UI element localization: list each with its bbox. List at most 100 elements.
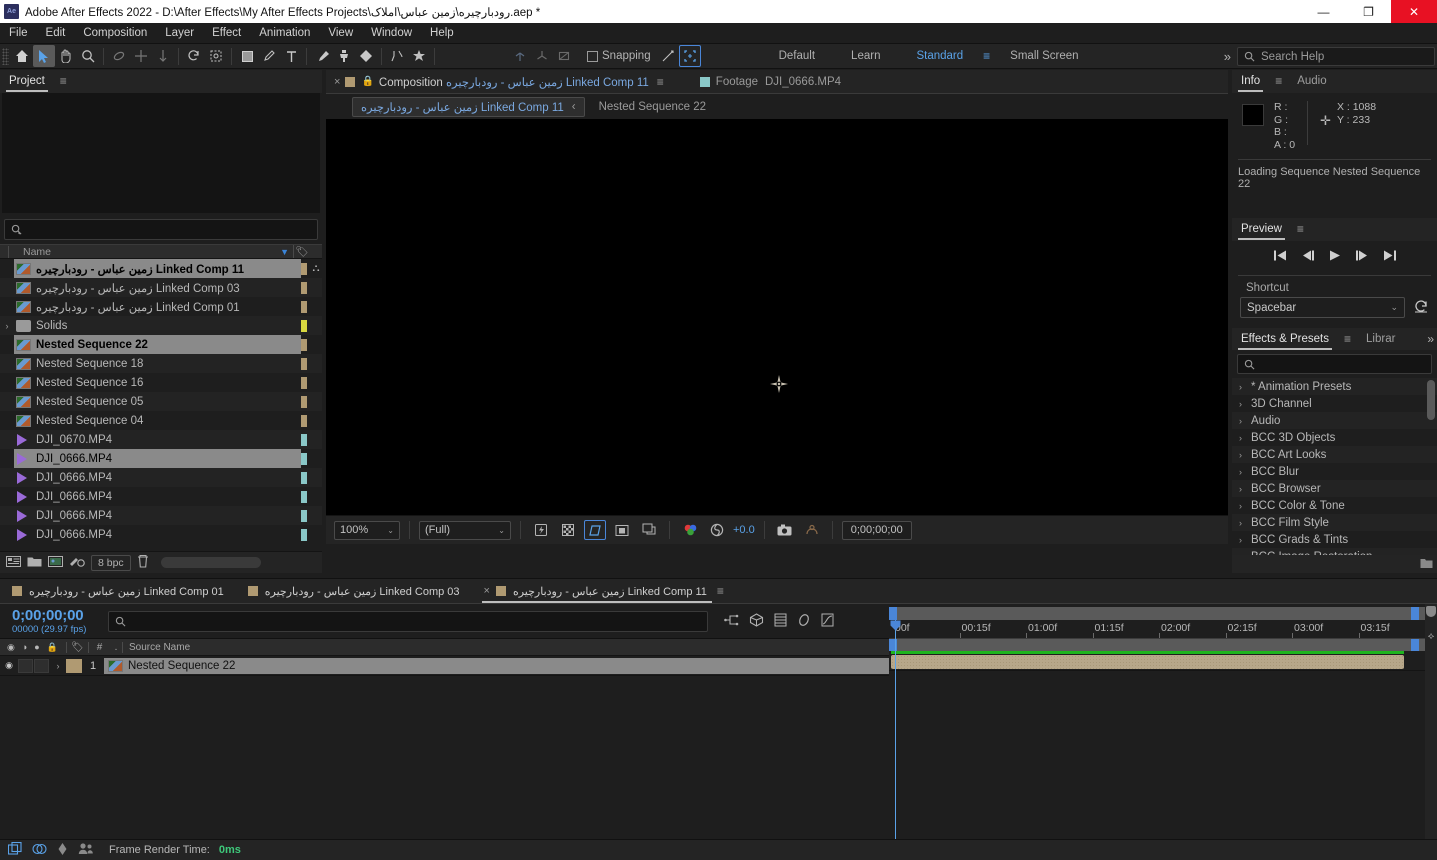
menu-view[interactable]: View xyxy=(319,23,362,44)
delete-icon[interactable] xyxy=(137,554,149,571)
project-item-label-color[interactable] xyxy=(301,338,307,351)
next-frame-icon[interactable] xyxy=(1355,250,1369,264)
project-item[interactable]: Nested Sequence 18 xyxy=(0,354,322,373)
fast-preview-icon[interactable] xyxy=(530,520,552,540)
zoom-level-select[interactable]: 100% ⌄ xyxy=(334,520,400,540)
effects-category-row[interactable]: › 3D Channel xyxy=(1232,395,1437,412)
footage-tab[interactable]: Footage DJI_0666.MP4 xyxy=(699,76,841,88)
new-composition-icon[interactable] xyxy=(48,555,63,571)
project-item[interactable]: DJI_0666.MP4 xyxy=(0,468,322,487)
project-item-name-box[interactable]: Solids xyxy=(14,316,301,335)
tab-effects-presets[interactable]: Effects & Presets xyxy=(1232,328,1338,351)
draft-3d-icon[interactable] xyxy=(749,612,764,630)
project-item-label-color[interactable] xyxy=(301,452,307,465)
composition-mini-flowchart-icon[interactable] xyxy=(724,613,739,630)
menu-layer[interactable]: Layer xyxy=(156,23,203,44)
effects-category-row[interactable]: › BCC 3D Objects xyxy=(1232,429,1437,446)
breadcrumb-chevron-icon[interactable]: ‹ xyxy=(572,101,576,113)
work-area-start-handle[interactable] xyxy=(889,607,897,620)
project-item[interactable]: Nested Sequence 22 xyxy=(0,335,322,354)
breadcrumb-next-label[interactable]: Nested Sequence 22 xyxy=(599,101,706,113)
column-header-name[interactable]: Name xyxy=(8,245,280,258)
disclosure-arrow-icon[interactable]: › xyxy=(1239,433,1251,443)
brush-tool-icon[interactable] xyxy=(311,45,333,67)
pan-camera-tool-icon[interactable] xyxy=(130,45,152,67)
go-to-end-icon[interactable] xyxy=(1383,250,1397,264)
axis-view-icon[interactable] xyxy=(553,45,575,67)
home-icon[interactable] xyxy=(11,45,33,67)
layer-visibility-toggle[interactable]: ◉ xyxy=(0,660,18,671)
workspace-standard[interactable]: Standard xyxy=(898,44,981,69)
axis-world-icon[interactable] xyxy=(531,45,553,67)
project-item[interactable]: DJI_0666.MP4 xyxy=(0,525,322,544)
effects-scrollbar[interactable] xyxy=(1427,380,1435,420)
orbit-tool-icon[interactable] xyxy=(108,45,130,67)
search-help-field[interactable]: Search Help xyxy=(1237,47,1435,66)
menu-composition[interactable]: Composition xyxy=(74,23,156,44)
disclosure-arrow-icon[interactable]: › xyxy=(1239,501,1251,511)
timeline-ruler[interactable]: 00f 00:15f 01:00f 01:15f 02:00f 02:15f 03:00f 0… xyxy=(889,620,1437,639)
pen-tool-icon[interactable] xyxy=(258,45,280,67)
exposure-icon[interactable] xyxy=(706,520,728,540)
rotation-tool-icon[interactable] xyxy=(183,45,205,67)
tab-project[interactable]: Project xyxy=(0,70,54,93)
column-header-number[interactable]: # xyxy=(88,641,110,653)
play-icon[interactable] xyxy=(1329,250,1341,264)
project-item-label-color[interactable] xyxy=(301,490,307,503)
dolly-tool-icon[interactable] xyxy=(152,45,174,67)
axis-local-icon[interactable] xyxy=(509,45,531,67)
timeline-tab-comp-11[interactable]: × زمین عباس - رودبارچیره Linked Comp 11 … xyxy=(472,579,736,604)
menu-window[interactable]: Window xyxy=(362,23,421,44)
snapshot-camera-icon[interactable] xyxy=(774,520,796,540)
project-item[interactable]: زمین عباس - رودبارچیره Linked Comp 01 xyxy=(0,297,322,316)
composition-tab-label[interactable]: Composition زمین عباس - رودبارچیره Linke… xyxy=(379,75,649,89)
collaboration-icon[interactable] xyxy=(78,842,94,858)
project-item-label-color[interactable] xyxy=(301,414,307,427)
project-item[interactable]: Nested Sequence 04 xyxy=(0,411,322,430)
3d-renderer-icon[interactable] xyxy=(638,520,660,540)
region-of-interest-icon[interactable] xyxy=(584,520,606,540)
layer-solo-toggle[interactable] xyxy=(34,658,49,673)
snap-angle-icon[interactable] xyxy=(657,45,679,67)
bit-depth-button[interactable]: 8 bpc xyxy=(91,554,131,571)
disclosure-arrow-icon[interactable]: › xyxy=(1239,416,1251,426)
menu-help[interactable]: Help xyxy=(421,23,463,44)
timeline-current-time[interactable]: 0;00;00;00 00000 (29.97 fps) xyxy=(0,607,108,635)
new-folder-small-icon[interactable] xyxy=(1420,557,1433,572)
shortcut-select[interactable]: Spacebar ⌄ xyxy=(1240,297,1405,318)
project-item-label-color[interactable] xyxy=(301,300,307,313)
column-header-label-icon[interactable]: 🏷 xyxy=(293,245,310,258)
zoom-tool-icon[interactable] xyxy=(77,45,99,67)
timeline-panel-menu-icon[interactable]: ≡ xyxy=(717,584,724,598)
effects-category-row[interactable]: › BCC Blur xyxy=(1232,463,1437,480)
clone-stamp-tool-icon[interactable] xyxy=(333,45,355,67)
snapping-control[interactable]: Snapping xyxy=(587,50,651,62)
project-item-label-color[interactable] xyxy=(301,357,307,370)
project-item-list[interactable]: زمین عباس - رودبارچیره Linked Comp 11 ⛬ زم… xyxy=(0,259,322,557)
timeline-search-input[interactable] xyxy=(108,610,708,632)
project-item-label-color[interactable] xyxy=(301,376,307,389)
layer-label-color[interactable] xyxy=(66,658,82,673)
disclosure-arrow-icon[interactable]: › xyxy=(1239,450,1251,460)
preview-panel-menu-icon[interactable]: ≡ xyxy=(1291,218,1310,241)
resolution-select[interactable]: (Full) ⌄ xyxy=(419,520,511,540)
solo-icon[interactable]: ● xyxy=(34,642,39,652)
interpret-footage-icon[interactable] xyxy=(6,555,21,571)
workspace-small-screen[interactable]: Small Screen xyxy=(992,44,1096,69)
disclosure-arrow-icon[interactable]: › xyxy=(1239,518,1251,528)
effects-search-input[interactable] xyxy=(1237,354,1432,374)
project-render-icon[interactable] xyxy=(69,555,85,571)
project-item-name-box[interactable]: DJI_0670.MP4 xyxy=(14,430,301,449)
work-area-bar[interactable] xyxy=(889,607,1437,620)
breadcrumb-active-comp[interactable]: زمین عباس - رودبارچیره Linked Comp 11 ‹ xyxy=(352,96,585,117)
workspace-learn[interactable]: Learn xyxy=(833,44,898,69)
project-item-label-color[interactable] xyxy=(301,262,307,275)
project-item[interactable]: DJI_0666.MP4 xyxy=(0,449,322,468)
project-item[interactable]: › Solids xyxy=(0,316,322,335)
motion-blur-icon[interactable] xyxy=(797,613,811,630)
composition-panel-menu-icon[interactable]: ≡ xyxy=(649,75,672,89)
transparency-grid-icon[interactable] xyxy=(557,520,579,540)
effects-category-row[interactable]: › BCC Art Looks xyxy=(1232,446,1437,463)
effects-category-row[interactable]: › BCC Browser xyxy=(1232,480,1437,497)
panel-drag-handle[interactable] xyxy=(160,557,261,568)
